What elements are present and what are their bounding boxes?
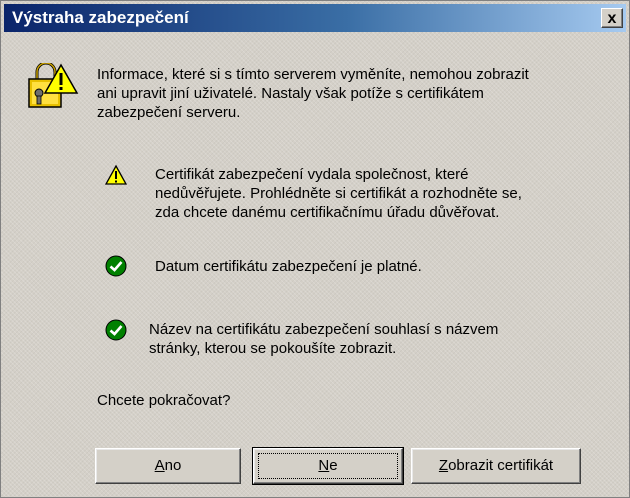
item-warning-text: Certifikát zabezpečení vydala společnost… xyxy=(155,166,522,221)
no-button[interactable]: Ne xyxy=(252,447,404,485)
yes-button-label: Ano xyxy=(154,457,182,474)
lock-warning-icon xyxy=(28,63,79,108)
intro-text: Informace, které si s tímto serverem vym… xyxy=(97,66,529,121)
view-certificate-button[interactable]: Zobrazit certifikát xyxy=(411,448,581,484)
checkmark-circle-icon xyxy=(105,255,127,277)
no-button-label: Ne xyxy=(318,457,338,474)
item-name-text: Název na certifikátu zabezpečení souhlas… xyxy=(149,321,499,357)
view-certificate-button-label: Zobrazit certifikát xyxy=(438,457,554,474)
checkmark-circle-icon xyxy=(105,319,127,341)
title-bar[interactable]: Výstraha zabezpečení x xyxy=(4,4,626,32)
item-date-text: Datum certifikátu zabezpečení je platné. xyxy=(155,258,422,275)
security-alert-dialog: Výstraha zabezpečení x Informace, které … xyxy=(0,0,630,498)
question-text: Chcete pokračovat? xyxy=(97,392,231,409)
warning-triangle-icon xyxy=(105,165,127,185)
window-title: Výstraha zabezpečení xyxy=(12,8,189,27)
yes-button[interactable]: Ano xyxy=(95,448,241,484)
close-button[interactable]: x xyxy=(601,8,623,28)
